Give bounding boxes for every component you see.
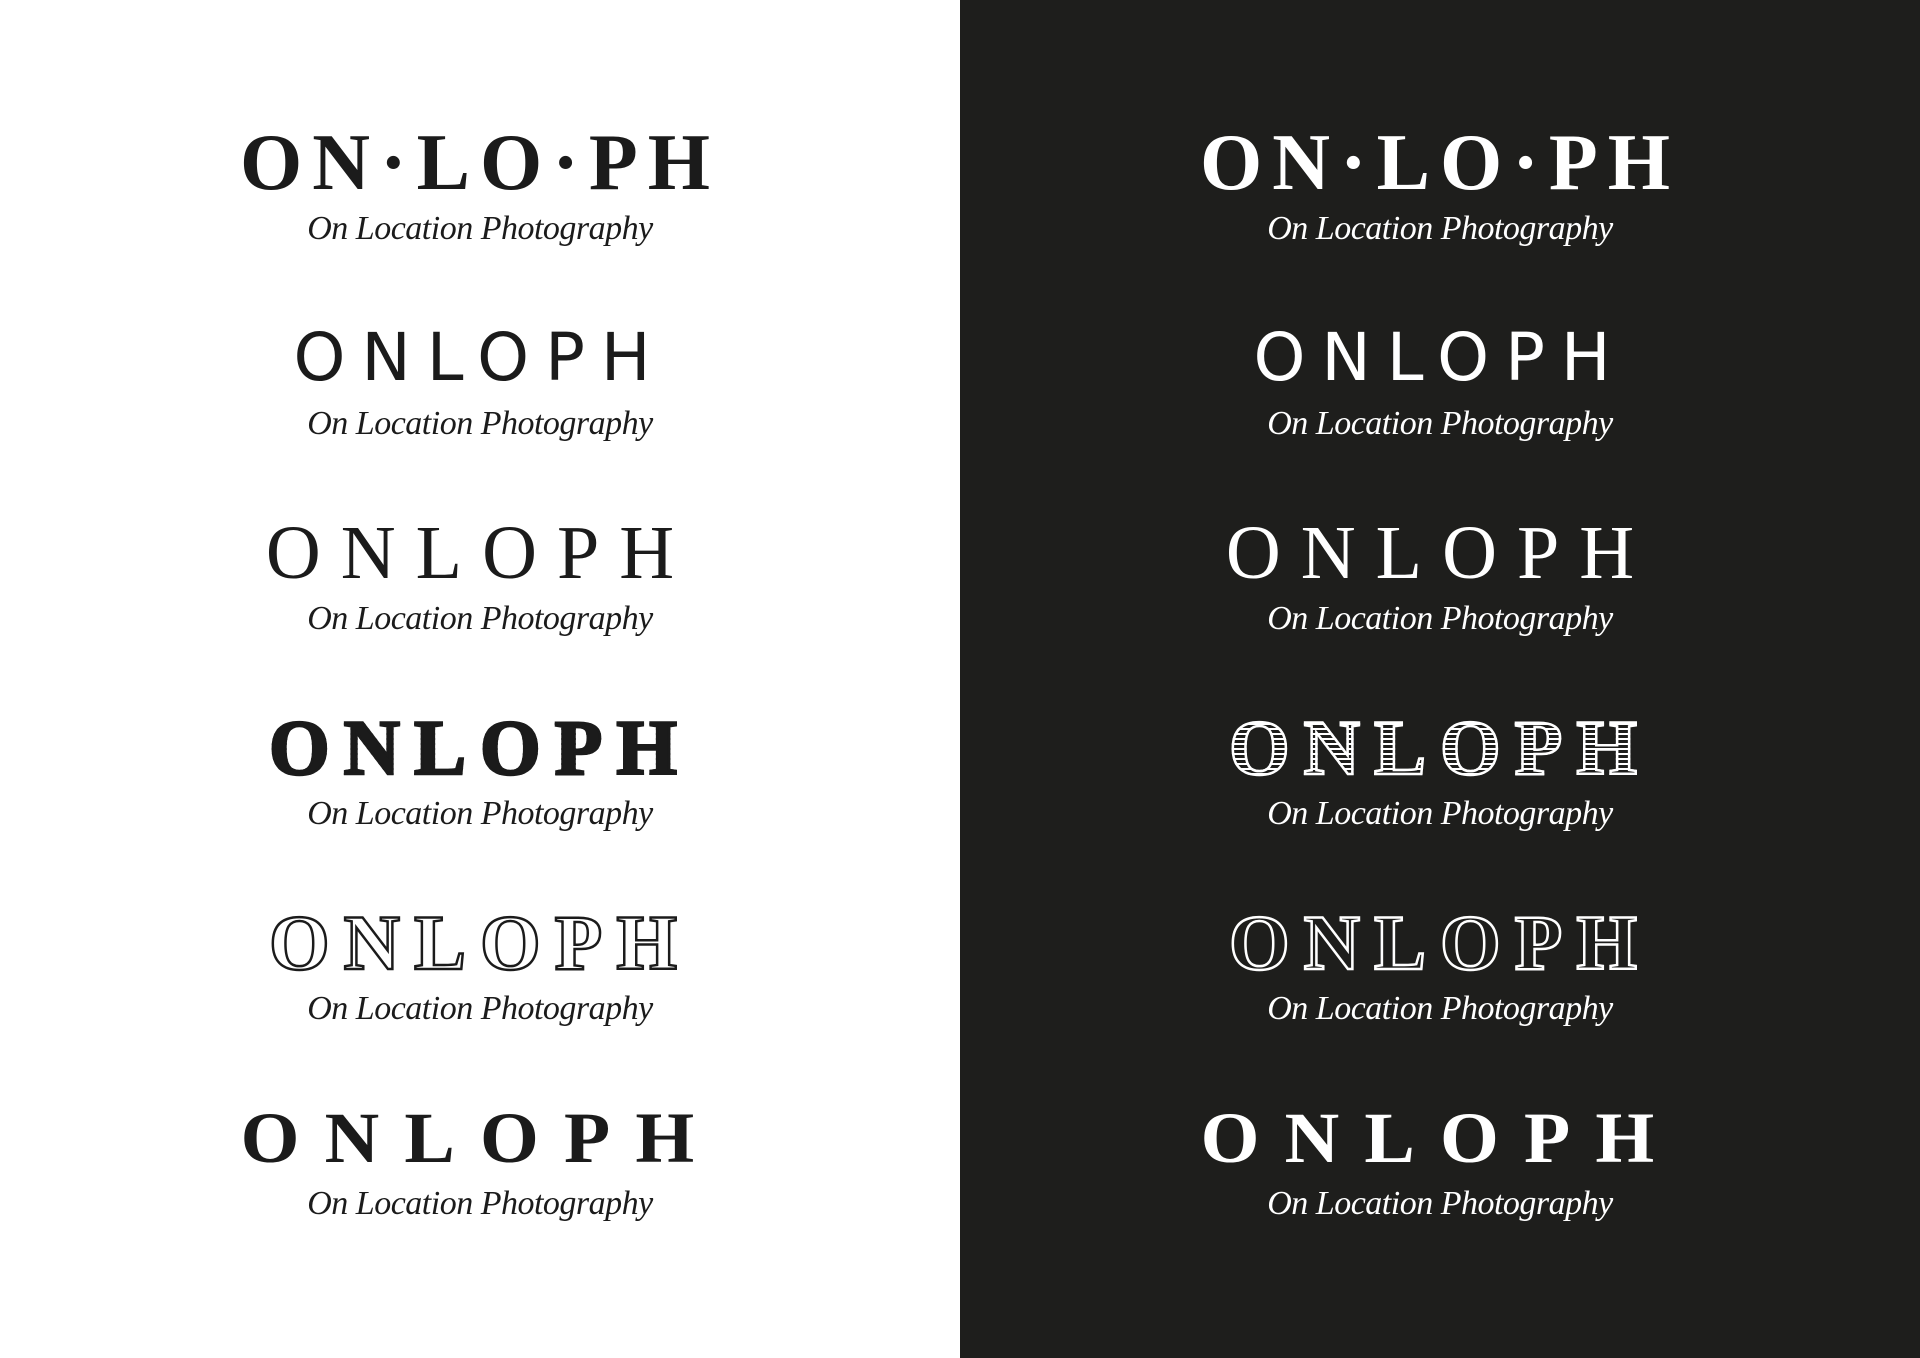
tagline: On Location Photography (307, 1185, 653, 1222)
logo-variant-6: ONLOPH On Location Photography (0, 1093, 960, 1288)
logo-variant-3: ONLOPH On Location Photography (960, 508, 1920, 703)
wordmark: ON·LO·PH (239, 119, 721, 207)
wordmark: ONLOPH (1253, 319, 1627, 396)
wordmark: ON·LO·PH (1199, 119, 1681, 207)
tagline: On Location Photography (307, 600, 653, 637)
tagline: On Location Photography (1267, 1185, 1613, 1222)
wordmark: ONLOPH (1225, 511, 1655, 595)
wordmark: ONLOPH (268, 899, 691, 986)
tagline: On Location Photography (1267, 210, 1613, 247)
tagline: On Location Photography (1267, 990, 1613, 1027)
logo-stack-light: ON·LO·PH On Location Photography ONLOPH … (0, 118, 960, 1288)
logo-variant-5: ONLOPH On Location Photography (960, 898, 1920, 1093)
logo-variant-6: ONLOPH On Location Photography (960, 1093, 1920, 1288)
tagline: On Location Photography (1267, 795, 1613, 832)
dark-panel: ON·LO·PH On Location Photography ONLOPH … (960, 0, 1920, 1358)
tagline: On Location Photography (1267, 405, 1613, 442)
logo-variant-2: ONLOPH On Location Photography (960, 313, 1920, 508)
logo-variant-2: ONLOPH On Location Photography (0, 313, 960, 508)
logo-variant-3: ONLOPH On Location Photography (0, 508, 960, 703)
wordmark: ONLOPH (293, 319, 667, 396)
wordmark: ONLOPH (240, 1098, 720, 1178)
logo-variant-5: ONLOPH On Location Photography (0, 898, 960, 1093)
logo-stack-dark: ON·LO·PH On Location Photography ONLOPH … (960, 118, 1920, 1288)
tagline: On Location Photography (1267, 600, 1613, 637)
logo-variant-4: ONLOPH On Location Photography (960, 703, 1920, 898)
light-panel: ON·LO·PH On Location Photography ONLOPH … (0, 0, 960, 1358)
wordmark: ONLOPH (265, 511, 695, 595)
tagline: On Location Photography (307, 795, 653, 832)
wordmark: ONLOPH (1228, 899, 1651, 986)
logo-variant-1: ON·LO·PH On Location Photography (0, 118, 960, 313)
wordmark: ONLOPH (1228, 704, 1651, 791)
tagline: On Location Photography (307, 405, 653, 442)
logo-variant-4: ONLOPH On Location Photography (0, 703, 960, 898)
wordmark: ONLOPH (268, 704, 691, 791)
tagline: On Location Photography (307, 210, 653, 247)
wordmark: ONLOPH (1200, 1098, 1680, 1178)
tagline: On Location Photography (307, 990, 653, 1027)
logo-variant-1: ON·LO·PH On Location Photography (960, 118, 1920, 313)
